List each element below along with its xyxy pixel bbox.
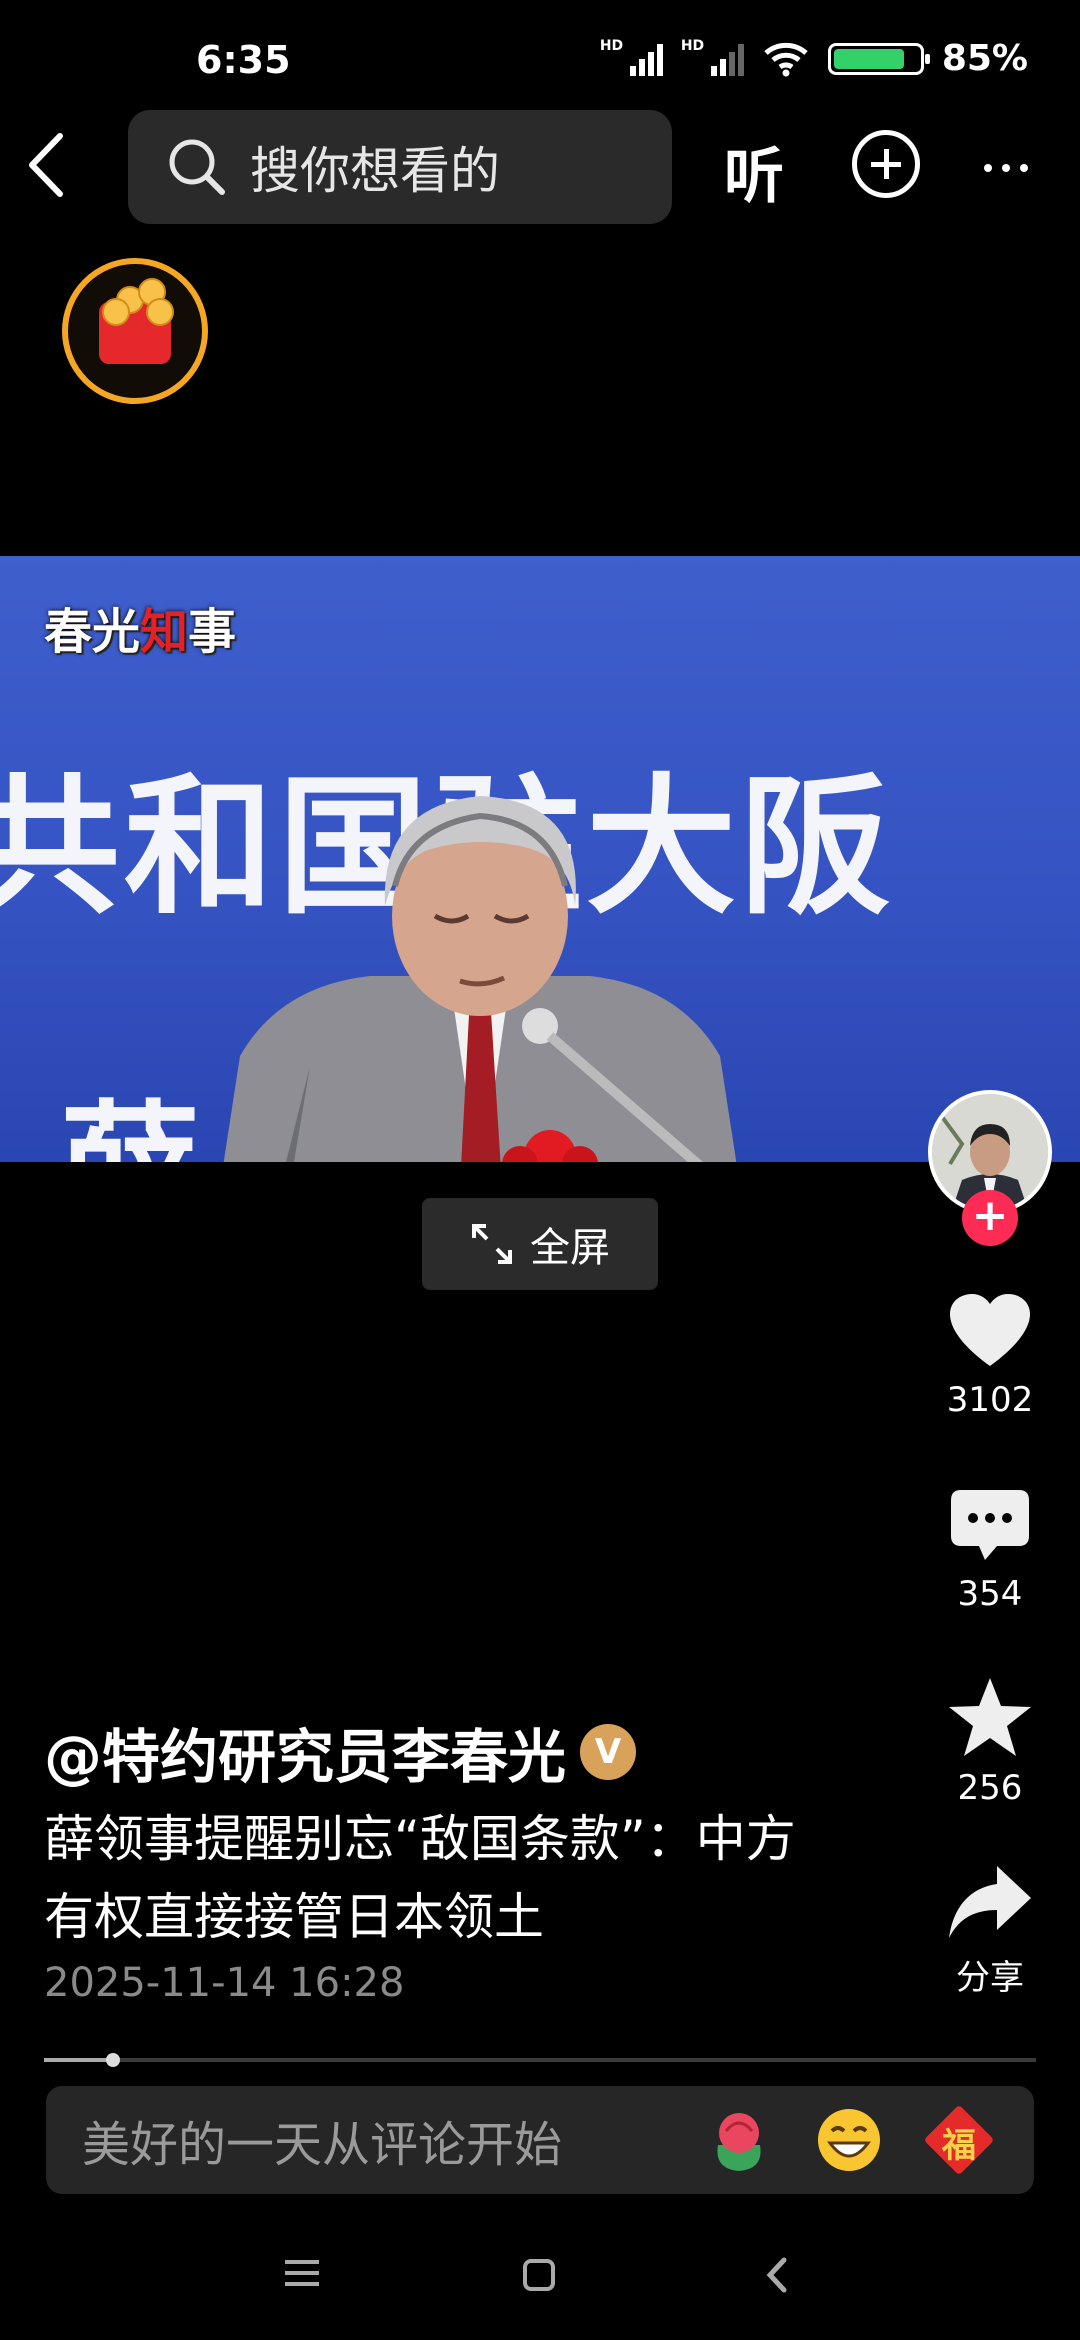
status-time: 6:35	[196, 38, 291, 82]
menu-nav-button[interactable]	[285, 2258, 319, 2292]
comment-input[interactable]: 美好的一天从评论开始 福	[46, 2086, 1034, 2194]
system-nav-bar	[0, 2218, 1080, 2328]
hd-label: HD	[599, 37, 624, 54]
channel-watermark: 春光知事	[44, 604, 237, 660]
chevron-left-icon	[29, 133, 63, 197]
share-label: 分享	[956, 1958, 1024, 1998]
back-nav-button[interactable]	[764, 2256, 790, 2298]
grin-emoji-icon[interactable]	[814, 2105, 884, 2175]
fullscreen-button[interactable]: 全屏	[422, 1198, 658, 1290]
red-envelope-widget[interactable]	[62, 258, 208, 404]
search-icon	[169, 139, 225, 195]
expand-icon	[472, 1224, 512, 1264]
home-nav-button[interactable]	[522, 2258, 556, 2296]
post-date: 2025-11-14 16:28	[44, 1960, 405, 2006]
more-icon[interactable]	[984, 164, 1028, 172]
heart-icon	[950, 1294, 1030, 1366]
speaker-figure	[223, 796, 737, 1162]
post-title: 薛领事提醒别忘“敌国条款”：中方有权直接接管日本领土	[44, 1810, 796, 1946]
star-icon	[949, 1678, 1031, 1756]
video-banner-lower: 薛	[60, 1056, 200, 1162]
battery-icon	[827, 42, 930, 75]
author-name[interactable]: @特约研究员李春光	[44, 1710, 566, 1794]
battery-percent: 85%	[941, 38, 1028, 79]
add-icon[interactable]	[852, 130, 920, 198]
signal-icon-2: HD	[681, 38, 744, 76]
comment-button[interactable]: 354	[930, 1488, 1050, 1614]
fortune-emoji-icon[interactable]: 福	[923, 2104, 995, 2176]
search-placeholder: 搜你想看的	[250, 142, 500, 200]
search-input[interactable]: 搜你想看的	[128, 110, 672, 224]
hd-label-2: HD	[680, 37, 705, 54]
back-triangle-icon	[766, 2257, 787, 2293]
share-icon	[949, 1866, 1031, 1938]
comment-icon	[951, 1490, 1029, 1560]
menu-icon	[285, 2260, 319, 2286]
progress-handle[interactable]	[106, 2053, 121, 2067]
video-progress-bar[interactable]	[44, 2053, 1036, 2067]
fullscreen-label: 全屏	[530, 1225, 610, 1271]
author-name-row[interactable]: @特约研究员李春光 V	[44, 1710, 637, 1794]
back-button[interactable]	[22, 130, 92, 210]
like-button[interactable]: 3102	[930, 1292, 1050, 1420]
signal-icon: HD	[600, 38, 663, 76]
listen-button[interactable]: 听	[724, 128, 784, 215]
fu-char: 福	[942, 2126, 976, 2166]
like-count: 3102	[946, 1380, 1034, 1420]
favorite-button[interactable]: 256	[930, 1676, 1050, 1808]
video-player[interactable]: 共和国驻大阪 薛 春光知事	[0, 556, 1080, 1162]
favorite-count: 256	[957, 1768, 1023, 1808]
home-square-icon	[523, 2259, 555, 2291]
status-icons: HD HD 85%	[600, 38, 1028, 80]
verified-badge-icon: V	[580, 1724, 637, 1780]
share-button[interactable]: 分享	[930, 1864, 1050, 1999]
comment-placeholder: 美好的一天从评论开始	[82, 2117, 563, 2173]
comment-count: 354	[957, 1574, 1023, 1614]
wifi-icon	[764, 42, 808, 76]
rose-emoji-icon[interactable]	[704, 2105, 774, 2175]
follow-button[interactable]: +	[962, 1190, 1018, 1246]
